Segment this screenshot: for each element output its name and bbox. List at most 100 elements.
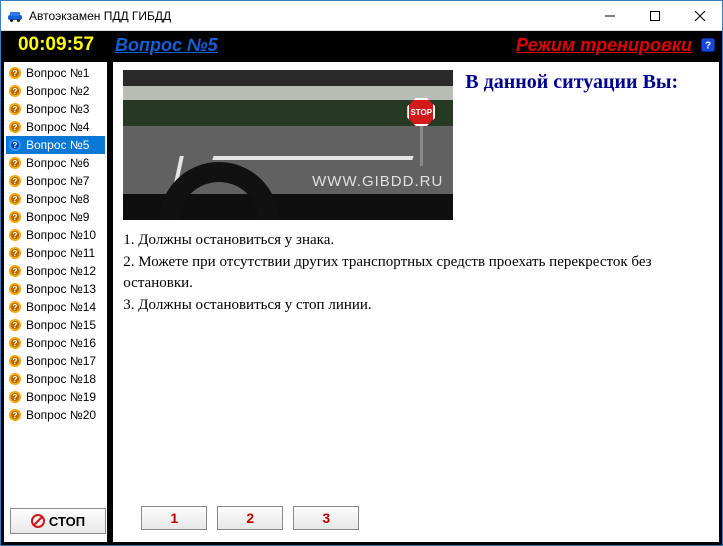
sidebar-item-question-10[interactable]: ? Вопрос №10 bbox=[6, 226, 105, 244]
sidebar-item-question-16[interactable]: ? Вопрос №16 bbox=[6, 334, 105, 352]
sidebar-item-question-18[interactable]: ?Вопрос №18 bbox=[6, 370, 105, 388]
content: STOP WWW.GIBDD.RU В данной ситуации Вы: … bbox=[113, 62, 719, 494]
question-mark-icon: ? bbox=[8, 354, 22, 368]
sidebar-item-question-4[interactable]: ? Вопрос №4 bbox=[6, 118, 105, 136]
question-mark-icon: ? bbox=[8, 102, 22, 116]
sidebar-item-label: Вопрос №12 bbox=[26, 264, 96, 278]
image-watermark: WWW.GIBDD.RU bbox=[312, 173, 443, 190]
stop-sign-label: STOP bbox=[407, 98, 435, 126]
sidebar-item-label: Вопрос №3 bbox=[26, 102, 89, 116]
svg-text:?: ? bbox=[13, 267, 18, 276]
maximize-button[interactable] bbox=[632, 1, 677, 30]
svg-text:?: ? bbox=[13, 159, 18, 168]
sidebar-item-question-9[interactable]: ?Вопрос №9 bbox=[6, 208, 105, 226]
sidebar-item-label: Вопрос №16 bbox=[26, 336, 96, 350]
sidebar-item-question-12[interactable]: ? Вопрос №12 bbox=[6, 262, 105, 280]
sidebar-item-question-3[interactable]: ? Вопрос №3 bbox=[6, 100, 105, 118]
svg-text:?: ? bbox=[705, 41, 711, 52]
stop-sign-icon: STOP bbox=[407, 98, 435, 166]
answer-button-2[interactable]: 2 bbox=[217, 506, 283, 530]
sidebar-item-label: Вопрос №14 bbox=[26, 300, 96, 314]
question-mark-icon: ? bbox=[8, 246, 22, 260]
sidebar-item-question-8[interactable]: ? Вопрос №8 bbox=[6, 190, 105, 208]
question-mark-icon: ? bbox=[8, 66, 22, 80]
svg-text:?: ? bbox=[13, 213, 18, 222]
question-image: STOP WWW.GIBDD.RU bbox=[123, 70, 453, 220]
sidebar-item-question-7[interactable]: ? Вопрос №7 bbox=[6, 172, 105, 190]
sidebar-item-question-1[interactable]: ?Вопрос №1 bbox=[6, 64, 105, 82]
question-mark-icon: ? bbox=[8, 264, 22, 278]
sidebar-item-label: Вопрос №20 bbox=[26, 408, 96, 422]
question-mark-icon: ? bbox=[8, 282, 22, 296]
question-mark-icon: ? bbox=[8, 336, 22, 350]
sidebar-item-question-20[interactable]: ? Вопрос №20 bbox=[6, 406, 105, 424]
sidebar-item-question-11[interactable]: ? Вопрос №11 bbox=[6, 244, 105, 262]
sidebar-item-label: Вопрос №13 bbox=[26, 282, 96, 296]
answer-text-3: 3. Должны остановиться у стоп линии. bbox=[123, 295, 709, 315]
question-mark-icon: ? bbox=[8, 372, 22, 386]
answer-buttons-bar: 123 bbox=[113, 494, 719, 542]
timer: 00:09:57 bbox=[5, 34, 107, 56]
help-icon[interactable]: ? bbox=[700, 37, 716, 53]
sidebar-item-question-13[interactable]: ? Вопрос №13 bbox=[6, 280, 105, 298]
stop-button[interactable]: СТОП bbox=[10, 508, 106, 534]
question-mark-icon: ? bbox=[8, 156, 22, 170]
svg-text:?: ? bbox=[13, 411, 18, 420]
stop-icon bbox=[31, 514, 45, 528]
svg-text:?: ? bbox=[13, 303, 18, 312]
mode-link[interactable]: Режим тренировки bbox=[516, 35, 692, 56]
svg-text:?: ? bbox=[13, 375, 18, 384]
sidebar-item-label: Вопрос №8 bbox=[26, 192, 89, 206]
sidebar-item-label: Вопрос №4 bbox=[26, 120, 89, 134]
question-mark-icon: ? bbox=[8, 210, 22, 224]
header-bar: 00:09:57 Вопрос №5 Режим тренировки ? bbox=[1, 31, 722, 59]
answer-button-3[interactable]: 3 bbox=[293, 506, 359, 530]
svg-text:?: ? bbox=[13, 231, 18, 240]
svg-text:?: ? bbox=[13, 357, 18, 366]
sidebar-item-question-2[interactable]: ? Вопрос №2 bbox=[6, 82, 105, 100]
question-mark-icon: ? bbox=[8, 228, 22, 242]
close-button[interactable] bbox=[677, 1, 722, 30]
question-mark-icon: ? bbox=[8, 192, 22, 206]
sidebar-item-label: Вопрос №7 bbox=[26, 174, 89, 188]
question-mark-icon: ? bbox=[8, 390, 22, 404]
svg-text:?: ? bbox=[13, 285, 18, 294]
main-panel: STOP WWW.GIBDD.RU В данной ситуации Вы: … bbox=[112, 61, 720, 543]
window-title: Автоэкзамен ПДД ГИБДД bbox=[29, 9, 171, 23]
sidebar-item-question-5[interactable]: ? Вопрос №5 bbox=[6, 136, 105, 154]
sidebar-item-label: Вопрос №10 bbox=[26, 228, 96, 242]
stop-button-label: СТОП bbox=[49, 514, 85, 529]
sidebar-item-question-19[interactable]: ? Вопрос №19 bbox=[6, 388, 105, 406]
question-title-link[interactable]: Вопрос №5 bbox=[115, 35, 218, 56]
svg-text:?: ? bbox=[13, 87, 18, 96]
answer-text-2: 2. Можете при отсутствии других транспор… bbox=[123, 252, 709, 293]
question-mark-icon: ? bbox=[8, 408, 22, 422]
app-icon bbox=[7, 8, 23, 24]
question-mark-icon: ? bbox=[8, 120, 22, 134]
sidebar-item-question-15[interactable]: ?Вопрос №15 bbox=[6, 316, 105, 334]
sidebar: ?Вопрос №1? Вопрос №2? Вопрос №3? Вопрос №4… bbox=[3, 61, 108, 543]
sidebar-item-label: Вопрос №6 bbox=[26, 156, 89, 170]
sidebar-item-question-6[interactable]: ? Вопрос №6 bbox=[6, 154, 105, 172]
question-prompt: В данной ситуации Вы: bbox=[465, 70, 709, 94]
svg-text:?: ? bbox=[13, 141, 18, 150]
svg-text:?: ? bbox=[13, 249, 18, 258]
answers-text: 1. Должны остановиться у знака.2. Можете… bbox=[123, 230, 709, 315]
svg-text:?: ? bbox=[13, 393, 18, 402]
question-list: ?Вопрос №1? Вопрос №2? Вопрос №3? Вопрос №4… bbox=[4, 62, 107, 502]
minimize-button[interactable] bbox=[587, 1, 632, 30]
sidebar-item-label: Вопрос №17 bbox=[26, 354, 96, 368]
answer-button-1[interactable]: 1 bbox=[141, 506, 207, 530]
question-mark-icon: ? bbox=[8, 174, 22, 188]
sidebar-item-label: Вопрос №5 bbox=[26, 138, 89, 152]
svg-text:?: ? bbox=[13, 195, 18, 204]
sidebar-item-question-17[interactable]: ? Вопрос №17 bbox=[6, 352, 105, 370]
question-mark-icon: ? bbox=[8, 84, 22, 98]
question-mark-icon: ? bbox=[8, 300, 22, 314]
sidebar-item-question-14[interactable]: ? Вопрос №14 bbox=[6, 298, 105, 316]
sidebar-item-label: Вопрос №11 bbox=[26, 246, 95, 260]
svg-text:?: ? bbox=[13, 177, 18, 186]
svg-text:?: ? bbox=[13, 69, 18, 78]
sidebar-item-label: Вопрос №2 bbox=[26, 84, 89, 98]
sidebar-item-label: Вопрос №19 bbox=[26, 390, 96, 404]
